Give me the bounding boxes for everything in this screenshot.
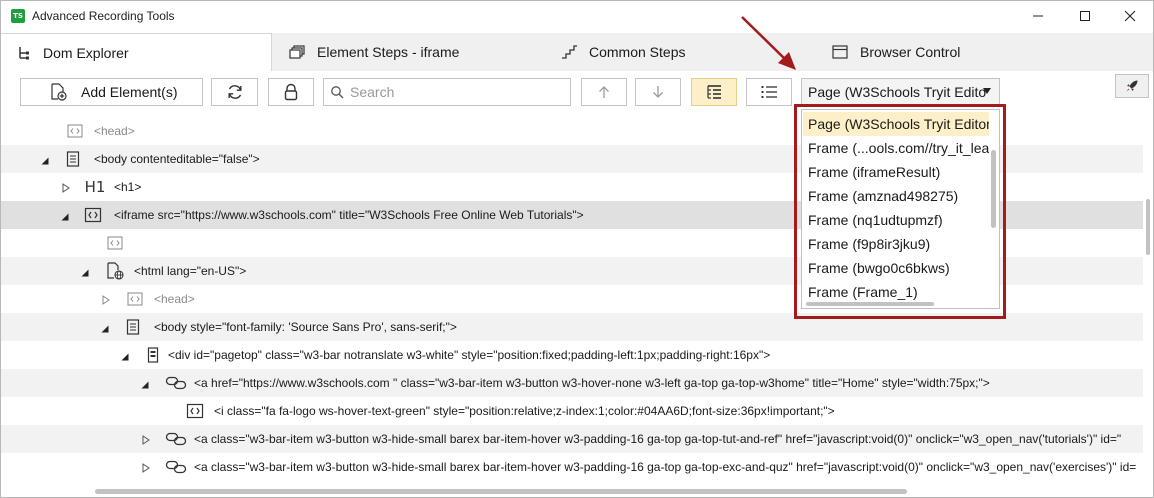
collapse-triangle-icon[interactable] bbox=[120, 351, 130, 361]
move-down-button[interactable] bbox=[635, 78, 681, 106]
tree-row-label: <body style="font-family: 'Source Sans P… bbox=[154, 320, 457, 334]
tree-row[interactable]: <a href="https://www.w3schools.com " cla… bbox=[1, 369, 1143, 397]
page-frame-select[interactable]: Page (W3Schools Tryit Edito bbox=[801, 78, 1000, 106]
expand-triangle-icon[interactable] bbox=[61, 182, 71, 193]
tree-horizontal-scrollbar[interactable] bbox=[1, 487, 1143, 495]
tab-dom-explorer[interactable]: Dom Explorer bbox=[1, 33, 272, 71]
collapse-triangle-icon[interactable] bbox=[100, 323, 110, 333]
stairs-icon bbox=[562, 45, 577, 59]
move-up-button[interactable] bbox=[581, 78, 627, 106]
close-icon bbox=[1124, 10, 1136, 22]
tree-row-label: <head> bbox=[154, 292, 195, 306]
add-element-icon bbox=[51, 83, 67, 101]
launch-button[interactable] bbox=[1115, 74, 1149, 98]
collapse-triangle-icon[interactable] bbox=[140, 379, 150, 389]
body-document-icon bbox=[124, 319, 142, 335]
tab-common-steps[interactable]: Common Steps bbox=[561, 33, 685, 71]
tab-label: Browser Control bbox=[860, 44, 961, 60]
link-icon bbox=[164, 459, 188, 475]
annotation-highlight-box bbox=[794, 104, 1006, 319]
maximize-icon bbox=[1080, 11, 1090, 21]
tab-bar: Dom Explorer Element Steps - iframe Comm… bbox=[1, 33, 1153, 71]
tree-view-icon bbox=[707, 85, 721, 99]
tree-row-label: <head> bbox=[94, 124, 135, 138]
link-icon bbox=[164, 431, 188, 447]
list-view-button[interactable] bbox=[746, 78, 792, 106]
tree-structure-icon bbox=[19, 46, 29, 59]
tree-row[interactable]: <a class="w3-bar-item w3-button w3-hide-… bbox=[1, 453, 1143, 481]
title-bar: TS Advanced Recording Tools bbox=[1, 1, 1153, 33]
tree-row-label: <body contenteditable="false"> bbox=[94, 152, 260, 166]
search-icon bbox=[331, 86, 344, 99]
search-input[interactable] bbox=[350, 84, 560, 100]
tree-row-label: <h1> bbox=[114, 180, 142, 194]
window-title: Advanced Recording Tools bbox=[32, 9, 175, 23]
expand-triangle-icon[interactable] bbox=[141, 434, 151, 445]
search-box[interactable] bbox=[323, 78, 571, 106]
collapse-triangle-icon[interactable] bbox=[60, 211, 70, 221]
element-icon bbox=[66, 123, 84, 139]
scrollbar-thumb[interactable] bbox=[95, 489, 907, 494]
tree-row-label: <div id="pagetop" class="w3-bar notransl… bbox=[168, 348, 771, 362]
html-document-icon bbox=[106, 262, 124, 280]
heading-icon: H1 bbox=[84, 178, 106, 196]
collapse-triangle-icon[interactable] bbox=[40, 155, 50, 165]
tab-element-steps[interactable]: Element Steps - iframe bbox=[289, 33, 459, 71]
tree-row[interactable]: <div id="pagetop" class="w3-bar notransl… bbox=[1, 341, 1143, 369]
app-logo-icon: TS bbox=[11, 9, 25, 23]
arrow-up-icon bbox=[599, 86, 609, 98]
tree-row-label: <a href="https://www.w3schools.com " cla… bbox=[194, 376, 990, 390]
minimize-icon bbox=[1033, 15, 1043, 17]
page-select-value: Page (W3Schools Tryit Edito bbox=[808, 84, 987, 100]
arrow-down-icon bbox=[653, 86, 663, 98]
element-icon bbox=[84, 207, 102, 223]
element-steps-icon bbox=[289, 45, 305, 59]
rocket-icon bbox=[1126, 80, 1138, 92]
caret-down-icon bbox=[983, 88, 991, 94]
scrollbar-thumb[interactable] bbox=[1146, 199, 1150, 255]
tab-label: Element Steps - iframe bbox=[317, 44, 460, 60]
tree-row-label: <a class="w3-bar-item w3-button w3-hide-… bbox=[194, 432, 1122, 446]
lock-icon bbox=[284, 83, 298, 101]
add-element-button[interactable]: Add Element(s) bbox=[20, 78, 203, 106]
tree-vertical-scrollbar[interactable] bbox=[1145, 117, 1151, 485]
refresh-button[interactable] bbox=[211, 78, 258, 106]
lock-button[interactable] bbox=[268, 78, 314, 106]
tree-row[interactable]: <a class="w3-bar-item w3-button w3-hide-… bbox=[1, 425, 1143, 453]
minimize-button[interactable] bbox=[1015, 1, 1061, 31]
collapse-triangle-icon[interactable] bbox=[80, 267, 90, 277]
element-icon bbox=[186, 403, 204, 419]
body-document-icon bbox=[64, 151, 82, 167]
maximize-button[interactable] bbox=[1062, 1, 1108, 31]
add-element-label: Add Element(s) bbox=[81, 84, 178, 100]
close-button[interactable] bbox=[1107, 1, 1153, 31]
tree-row-label: <i class="fa fa-logo ws-hover-text-green… bbox=[214, 404, 835, 418]
tree-row-label: <html lang="en-US"> bbox=[134, 264, 247, 278]
tab-label: Common Steps bbox=[589, 44, 686, 60]
div-container-icon bbox=[146, 347, 160, 363]
element-icon bbox=[126, 291, 144, 307]
expand-triangle-icon[interactable] bbox=[141, 462, 151, 473]
link-icon bbox=[164, 375, 188, 391]
refresh-icon bbox=[228, 85, 242, 99]
tab-browser-control[interactable]: Browser Control bbox=[832, 33, 960, 71]
expand-triangle-icon[interactable] bbox=[101, 294, 111, 305]
tree-row-label: <a class="w3-bar-item w3-button w3-hide-… bbox=[194, 460, 1137, 474]
list-view-icon bbox=[761, 86, 777, 98]
tree-row[interactable]: <i class="fa fa-logo ws-hover-text-green… bbox=[1, 397, 1143, 425]
browser-window-icon bbox=[832, 45, 848, 59]
element-icon bbox=[106, 235, 124, 251]
tree-row-label: <iframe src="https://www.w3schools.com" … bbox=[114, 208, 584, 222]
tab-label: Dom Explorer bbox=[43, 44, 129, 61]
tree-view-button[interactable] bbox=[691, 78, 737, 106]
app-window: TS Advanced Recording Tools Dom Explorer bbox=[0, 0, 1154, 498]
